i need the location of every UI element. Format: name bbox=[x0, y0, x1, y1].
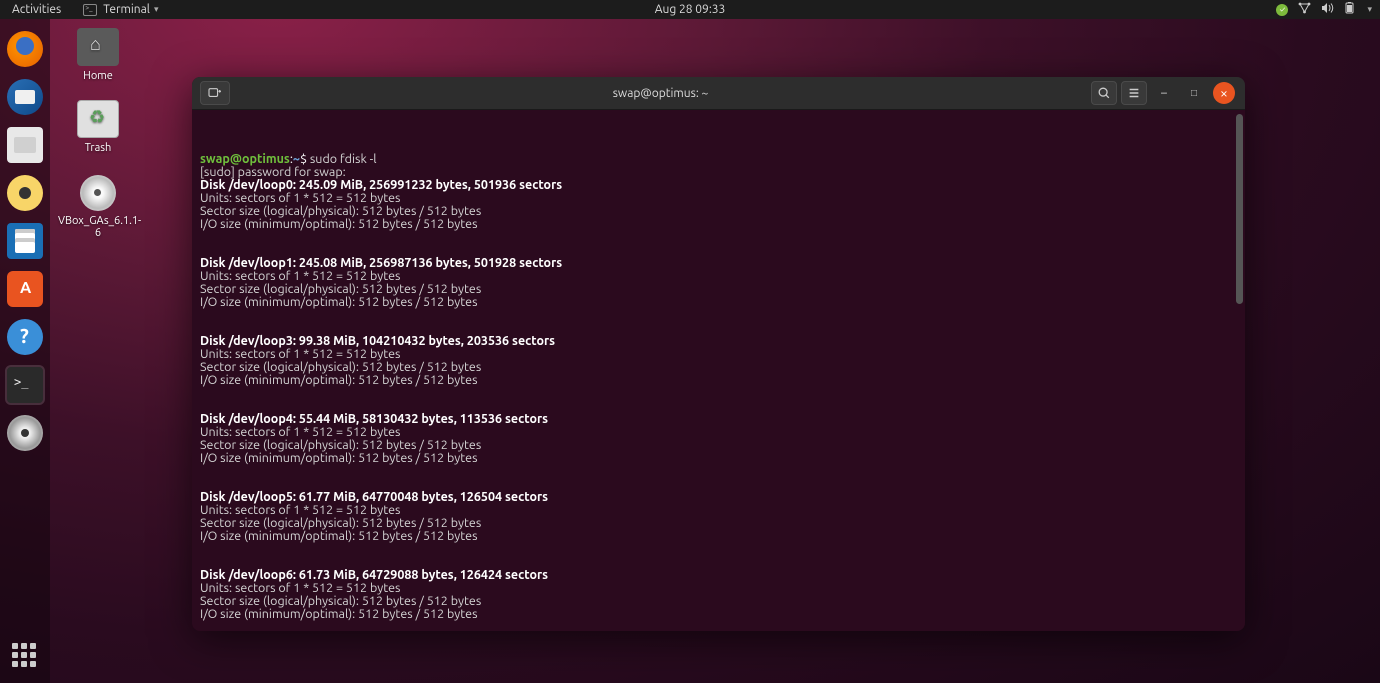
terminal-viewport[interactable]: swap@optimus:~$ sudo fdisk -l [sudo] pas… bbox=[192, 110, 1245, 631]
desktop-icon-label: Trash bbox=[58, 142, 138, 154]
window-title: swap@optimus: ~ bbox=[232, 87, 1089, 100]
app-menu-label: Terminal bbox=[103, 3, 150, 16]
desktop-icon-label: VBox_GAs_6.1.1-6 bbox=[58, 215, 138, 239]
show-applications-button[interactable] bbox=[12, 643, 38, 669]
terminal-icon bbox=[83, 4, 97, 16]
clock[interactable]: Aug 28 09:33 bbox=[655, 3, 726, 16]
dock-thunderbird[interactable] bbox=[7, 79, 43, 115]
activities-button[interactable]: Activities bbox=[0, 3, 73, 16]
desktop-icon-trash[interactable]: Trash bbox=[58, 100, 138, 154]
dock-rhythmbox[interactable] bbox=[7, 175, 43, 211]
volume-icon[interactable] bbox=[1321, 2, 1334, 17]
desktop-icon-label: Home bbox=[58, 70, 138, 82]
desktop-icon-home[interactable]: Home bbox=[58, 28, 138, 82]
update-indicator-icon[interactable]: ✓ bbox=[1276, 4, 1288, 16]
home-folder-icon bbox=[77, 28, 119, 66]
dock-terminal[interactable] bbox=[7, 367, 43, 403]
top-panel: Activities Terminal ▾ Aug 28 09:33 ✓ ▾ bbox=[0, 0, 1380, 19]
disc-icon bbox=[80, 175, 116, 211]
dock-ubuntu-software[interactable] bbox=[7, 271, 43, 307]
window-maximize-button[interactable] bbox=[1183, 82, 1205, 104]
chevron-down-icon[interactable]: ▾ bbox=[1367, 4, 1372, 15]
dock bbox=[0, 19, 50, 683]
terminal-window: swap@optimus: ~ swap@optimus:~$ sudo fdi… bbox=[192, 77, 1245, 631]
dock-firefox[interactable] bbox=[7, 31, 43, 67]
window-close-button[interactable] bbox=[1213, 82, 1235, 104]
battery-icon[interactable] bbox=[1344, 2, 1357, 17]
app-menu-button[interactable]: Terminal ▾ bbox=[73, 3, 168, 16]
desktop-icon-vbox-disc[interactable]: VBox_GAs_6.1.1-6 bbox=[58, 175, 138, 239]
search-button[interactable] bbox=[1091, 81, 1117, 105]
dock-files[interactable] bbox=[7, 127, 43, 163]
dock-libreoffice-writer[interactable] bbox=[7, 223, 43, 259]
chevron-down-icon: ▾ bbox=[154, 4, 159, 15]
terminal-output: swap@optimus:~$ sudo fdisk -l [sudo] pas… bbox=[200, 153, 1237, 631]
trash-icon bbox=[77, 100, 119, 138]
window-headerbar: swap@optimus: ~ bbox=[192, 77, 1245, 110]
dock-disc[interactable] bbox=[7, 415, 43, 451]
window-minimize-button[interactable] bbox=[1153, 82, 1175, 104]
scrollbar-thumb[interactable] bbox=[1236, 114, 1243, 304]
hamburger-menu-button[interactable] bbox=[1121, 81, 1147, 105]
network-icon[interactable] bbox=[1298, 2, 1311, 17]
dock-help[interactable] bbox=[7, 319, 43, 355]
new-tab-button[interactable] bbox=[200, 81, 230, 105]
